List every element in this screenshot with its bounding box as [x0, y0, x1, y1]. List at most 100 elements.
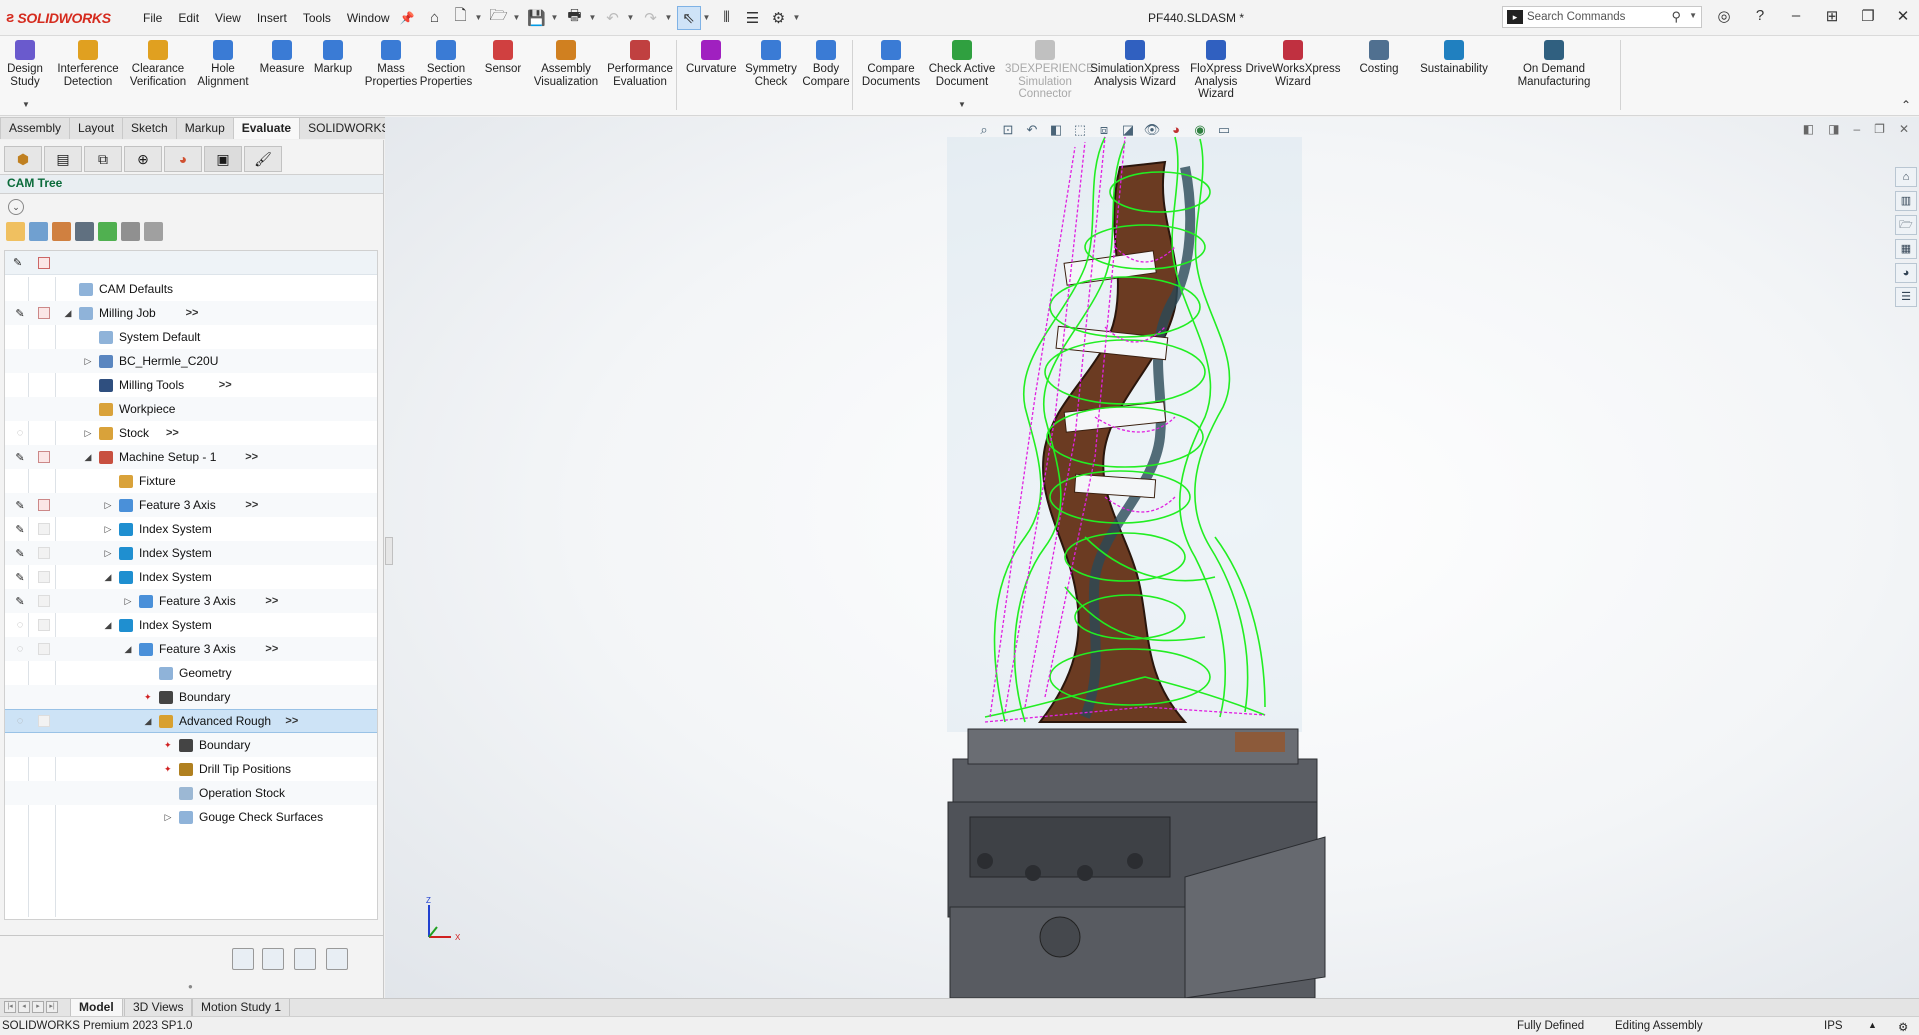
ribbon-button-14[interactable]: Compare Documents [860, 40, 922, 88]
report-icon[interactable] [144, 222, 163, 241]
ribbon-button-10[interactable]: Performance Evaluation [605, 40, 675, 88]
open-dropdown-icon[interactable]: ▼ [513, 13, 523, 22]
simulate-icon[interactable] [98, 222, 117, 241]
tree-node-milling-job[interactable]: ✎ ◢ Milling Job >> [5, 301, 377, 325]
design-study-dropdown-icon[interactable]: ▼ [22, 100, 30, 109]
expand-more-icon[interactable]: >> [219, 379, 232, 391]
menu-window[interactable]: Window [339, 11, 398, 25]
ribbon-button-21[interactable]: Sustainability [1413, 40, 1495, 76]
menu-edit[interactable]: Edit [170, 11, 207, 25]
collapse-node-icon[interactable]: ◢ [143, 716, 153, 727]
new-feature-icon[interactable] [52, 222, 71, 241]
tree-node-fixture[interactable]: Fixture [5, 469, 377, 493]
toolpath-visible-icon[interactable]: ✎ [13, 307, 27, 320]
expand-node-icon[interactable]: ▷ [83, 356, 93, 367]
tree-node-drill-tip-positions[interactable]: ✦ Drill Tip Positions [5, 757, 377, 781]
file-properties-icon[interactable]: ☰ [741, 6, 765, 30]
tree-node-index-system[interactable]: ◌ ◢ Index System [5, 613, 377, 637]
expand-node-icon[interactable]: ▷ [103, 524, 113, 535]
tree-node-stock[interactable]: ◌ ▷ Stock >> [5, 421, 377, 445]
collapse-ribbon-icon[interactable]: ⌃ [1901, 98, 1911, 112]
select-dropdown-icon[interactable]: ▼ [703, 13, 713, 22]
visibility-toggle-icon[interactable]: ◌ [13, 619, 27, 631]
restore-icon[interactable]: ❐ [1858, 7, 1878, 25]
tab-evaluate[interactable]: Evaluate [232, 117, 301, 139]
tree-node-machine-setup-1[interactable]: ✎ ◢ Machine Setup - 1 >> [5, 445, 377, 469]
minimize-icon[interactable]: – [1786, 7, 1806, 24]
suppress-toggle-icon[interactable] [38, 715, 50, 727]
ribbon-button-3[interactable]: Hole Alignment [196, 40, 250, 88]
ribbon-button-15[interactable]: Check Active Document [927, 40, 997, 88]
menu-view[interactable]: View [207, 11, 249, 25]
ribbon-button-1[interactable]: Interference Detection [54, 40, 122, 88]
ribbon-button-2[interactable]: Clearance Verification [127, 40, 189, 88]
redo-icon[interactable]: ↷ [639, 6, 663, 30]
suppress-toggle-icon[interactable] [38, 499, 50, 511]
collapse-node-icon[interactable]: ◢ [63, 308, 73, 319]
undo-icon[interactable]: ↶ [601, 6, 625, 30]
toolpath-visible-icon[interactable]: ✎ [13, 523, 27, 536]
ribbon-button-19[interactable]: DriveWorksXpress Wizard [1245, 40, 1341, 88]
expand-more-icon[interactable]: >> [265, 595, 278, 607]
menu-file[interactable]: File [135, 11, 170, 25]
tab-markup[interactable]: Markup [175, 117, 234, 139]
tree-node-index-system[interactable]: ✎ ▷ Index System [5, 517, 377, 541]
new-job-icon[interactable] [6, 222, 25, 241]
search-commands-box[interactable]: ▸ Search Commands ⚲ ▼ [1502, 6, 1702, 28]
tree-node-milling-tools[interactable]: Milling Tools >> [5, 373, 377, 397]
search-dropdown-icon[interactable]: ▼ [1689, 11, 1697, 20]
visibility-toggle-icon[interactable]: ◌ [13, 643, 27, 655]
ribbon-button-6[interactable]: Mass Properties [364, 40, 418, 88]
next-tab-icon[interactable]: ▸ [32, 1001, 44, 1013]
suppress-toggle-icon[interactable] [38, 307, 50, 319]
expand-more-icon[interactable]: >> [285, 715, 298, 727]
status-units[interactable]: IPS [1824, 1020, 1843, 1032]
tree-node-gouge-check-surfaces[interactable]: ▷ Gouge Check Surfaces [5, 805, 377, 829]
toolpath-visible-icon[interactable]: ✎ [13, 451, 27, 464]
toolpath-visible-icon[interactable]: ✎ [13, 499, 27, 512]
close-icon[interactable]: ✕ [1893, 7, 1913, 25]
collapse-node-icon[interactable]: ◢ [103, 572, 113, 583]
expand-more-icon[interactable]: >> [166, 427, 179, 439]
undo-dropdown-icon[interactable]: ▼ [627, 13, 637, 22]
tree-node-boundary[interactable]: ✦ Boundary [5, 733, 377, 757]
save-cam-icon[interactable] [232, 948, 254, 970]
ribbon-button-22[interactable]: On Demand Manufacturing [1508, 40, 1600, 88]
ribbon-button-11[interactable]: Curvature [686, 40, 737, 76]
visibility-toggle-icon[interactable]: ◌ [13, 427, 27, 439]
tab-layout[interactable]: Layout [69, 117, 124, 139]
tree-node-feature-3-axis[interactable]: ✎ ▷ Feature 3 Axis >> [5, 493, 377, 517]
user-account-icon[interactable]: ◎ [1714, 7, 1734, 25]
tab-sketch[interactable]: Sketch [122, 117, 177, 139]
menu-insert[interactable]: Insert [249, 11, 295, 25]
tree-node-system-default[interactable]: System Default [5, 325, 377, 349]
configuration-manager-tab-icon[interactable]: ⧉ [84, 146, 122, 172]
check-active-document-dropdown-icon[interactable]: ▼ [958, 100, 966, 109]
expand-more-icon[interactable]: >> [186, 307, 199, 319]
tree-node-feature-3-axis[interactable]: ◌ ◢ Feature 3 Axis >> [5, 637, 377, 661]
pin-menu-icon[interactable]: 📌 [400, 11, 415, 25]
model-tab-motion-study-1[interactable]: Motion Study 1 [192, 999, 291, 1016]
new-setup-icon[interactable] [29, 222, 48, 241]
expand-node-icon[interactable]: ▷ [103, 548, 113, 559]
app-logo[interactable]: ƨ SOLIDWORKS [0, 9, 135, 26]
ribbon-button-20[interactable]: Costing [1348, 40, 1410, 76]
home-icon[interactable]: ⌂ [423, 6, 447, 30]
suppress-toggle-icon[interactable] [38, 571, 50, 583]
expand-node-icon[interactable]: ▷ [83, 428, 93, 439]
expand-more-icon[interactable]: >> [245, 499, 258, 511]
customize-status-icon[interactable]: ⚙ [1898, 1020, 1908, 1034]
tree-node-operation-stock[interactable]: Operation Stock [5, 781, 377, 805]
ribbon-button-16[interactable]: 3DEXPERIENCE Simulation Connector [1005, 40, 1094, 101]
table-icon[interactable] [121, 222, 140, 241]
tree-node-index-system[interactable]: ✎ ◢ Index System [5, 565, 377, 589]
expand-more-icon[interactable]: >> [245, 451, 258, 463]
ribbon-button-7[interactable]: Section Properties [418, 40, 474, 88]
suppress-toggle-icon[interactable] [38, 643, 50, 655]
tree-node-geometry[interactable]: Geometry [5, 661, 377, 685]
expand-node-icon[interactable]: ▷ [163, 812, 173, 823]
print-dropdown-icon[interactable]: ▼ [589, 13, 599, 22]
model-tab-3d-views[interactable]: 3D Views [124, 999, 193, 1016]
stop-header-icon[interactable] [38, 257, 50, 269]
suppress-toggle-icon[interactable] [38, 595, 50, 607]
